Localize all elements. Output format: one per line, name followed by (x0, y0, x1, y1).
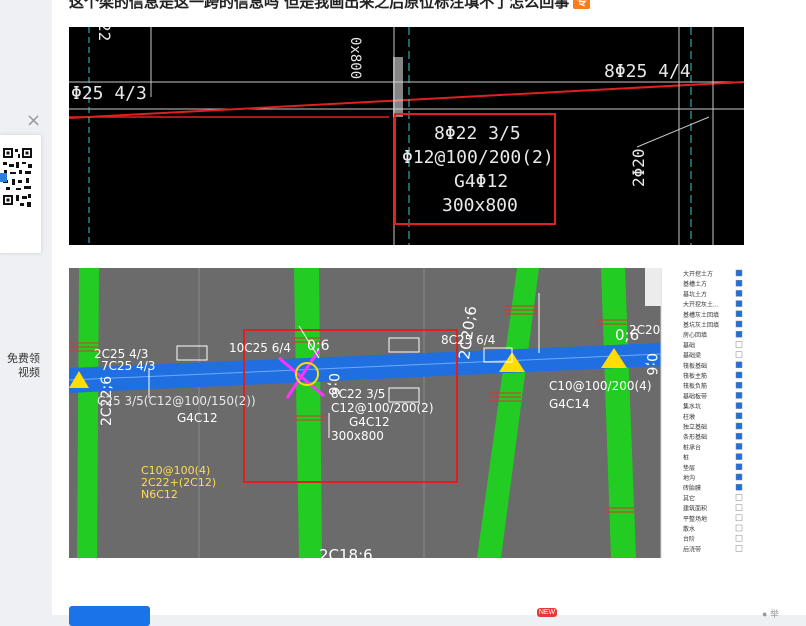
layer-checkbox[interactable] (735, 514, 743, 522)
layer-checkbox[interactable] (735, 320, 743, 328)
layer-item-label: 基坑土方 (683, 290, 707, 298)
post-title: 这个梁的信息是这一跨的信息吗 但是我画出来之后原位标注填不了怎么回事专 (69, 0, 591, 12)
layer-checkbox[interactable] (735, 402, 743, 409)
layer-item-label: 条形基础 (683, 433, 707, 441)
model-label: C12@100/200(2) (331, 401, 434, 415)
model-label: 0;6 (307, 338, 330, 354)
cad-label: Φ25 4/3 (71, 83, 147, 104)
layer-checkbox[interactable] (735, 412, 743, 420)
software-model-image: 2C25 4/3 7C25 4/3 2C22;6 C25 3/5(C12@100… (69, 268, 744, 558)
model-label: 0;6 (643, 353, 659, 376)
model-label: C10@100/200(4) (549, 379, 652, 393)
layer-item-label: 基础梁 (683, 352, 701, 360)
cad-drawing-image: Φ25 4/3 8Φ25 4/4 22 0x800 2Φ20 8Φ22 3/5 … (69, 27, 744, 245)
layer-item-label: 筏板基础 (683, 362, 707, 370)
layer-checkbox[interactable] (735, 371, 743, 379)
model-label: G4C12 (349, 415, 390, 429)
cad-label: 8Φ25 4/4 (604, 61, 691, 82)
new-badge: NEW (537, 608, 557, 617)
cad-label: 8Φ22 3/5 (434, 123, 521, 144)
layer-checkbox[interactable] (735, 422, 743, 430)
model-label: C25 3/5(C12@100/150(2)) (97, 394, 256, 408)
layer-checkbox[interactable] (735, 545, 743, 552)
model-label: 0;6 (325, 373, 341, 396)
layer-item-label: 后浇带 (683, 545, 701, 553)
layer-checkbox[interactable] (735, 483, 743, 491)
layer-item-label: 桩承台 (683, 443, 701, 451)
model-label: 10C25 6/4 (229, 341, 291, 355)
layer-checkbox[interactable] (735, 524, 743, 532)
layer-item-label: 基础 (683, 341, 695, 349)
promo-line-2: 视频 (18, 366, 40, 379)
layer-item-label: 筏板主筋 (683, 372, 707, 380)
layer-item-label: 基槽灰土回填 (683, 311, 719, 319)
cad-label: 300x800 (442, 195, 518, 216)
model-label: 7C25 4/3 (101, 359, 155, 373)
post-title-text: 这个梁的信息是这一跨的信息吗 但是我画出来之后原位标注填不了怎么回事 (69, 0, 570, 11)
qr-code-icon (0, 140, 35, 213)
layer-item-label: 基础板带 (683, 392, 707, 400)
layer-checkbox[interactable] (735, 534, 743, 542)
cad-label: G4Φ12 (454, 171, 508, 192)
layer-item-label: 地沟 (683, 474, 695, 482)
cad-label: Φ12@100/200(2) (402, 147, 554, 168)
layer-item-label: 台阶 (683, 535, 695, 543)
layer-item-label: 垫层 (683, 464, 695, 472)
layer-item-label: 房心回填 (683, 331, 707, 339)
layer-checkbox[interactable] (735, 504, 743, 511)
layer-checkbox[interactable] (735, 432, 743, 440)
layer-checkbox[interactable] (735, 473, 743, 481)
cad-label: 2Φ20 (629, 148, 648, 187)
model-label: G4C12 (177, 411, 218, 425)
promo-text: 免费领 视频 (0, 352, 40, 380)
model-label: 2C18;6 (319, 546, 373, 558)
layer-checkbox[interactable] (735, 351, 743, 358)
cad-label: 22 (95, 27, 114, 41)
layer-item-label: 平整场地 (683, 515, 707, 523)
close-icon[interactable]: × (26, 110, 41, 131)
bottom-hint: ● 举 (762, 609, 779, 619)
layer-checkbox[interactable] (735, 269, 743, 277)
layer-checkbox[interactable] (735, 330, 743, 338)
layer-checkbox[interactable] (735, 300, 743, 307)
layer-checkbox[interactable] (735, 381, 743, 389)
cad-label: 0x800 (347, 37, 363, 79)
layer-checkbox[interactable] (735, 494, 743, 501)
layer-item-label: 大开挖土方 (683, 270, 713, 278)
layer-item-label: 柱墩 (683, 413, 695, 421)
model-label: G4C14 (549, 397, 590, 411)
layer-checkbox[interactable] (735, 453, 743, 460)
layer-item-label: 独立基础 (683, 423, 707, 431)
layer-item-label: 筏板负筋 (683, 382, 707, 390)
layer-item-label: 砖胎膜 (683, 484, 701, 492)
promo-qr-widget[interactable]: 免费领 视频 (0, 135, 41, 379)
layer-checkbox[interactable] (735, 361, 743, 369)
layer-item-label: 桩 (683, 454, 689, 462)
layer-item-label: 其它 (683, 494, 695, 502)
layer-item-label: 散水 (683, 525, 695, 533)
layer-item-label: 集水坑 (683, 403, 701, 411)
layer-item-label: 建筑面积 (683, 505, 707, 513)
layer-checkbox[interactable] (735, 279, 743, 287)
layer-checkbox[interactable] (735, 463, 743, 471)
promo-line-1: 免费领 (7, 352, 40, 365)
layer-checkbox[interactable] (735, 290, 743, 297)
layer-checkbox[interactable] (735, 310, 743, 318)
layer-item-label: 基坑灰土回填 (683, 321, 719, 329)
layer-checkbox[interactable] (735, 341, 743, 348)
title-badge: 专 (573, 0, 591, 9)
layer-item-label: 大开挖灰土... (683, 301, 719, 309)
model-label: N6C12 (141, 488, 178, 501)
layer-item-label: 基槽土方 (683, 280, 707, 288)
layer-checkbox[interactable] (735, 392, 743, 399)
submit-button[interactable] (69, 606, 150, 626)
model-label: 300x800 (331, 429, 384, 443)
layer-checkbox[interactable] (735, 443, 743, 450)
